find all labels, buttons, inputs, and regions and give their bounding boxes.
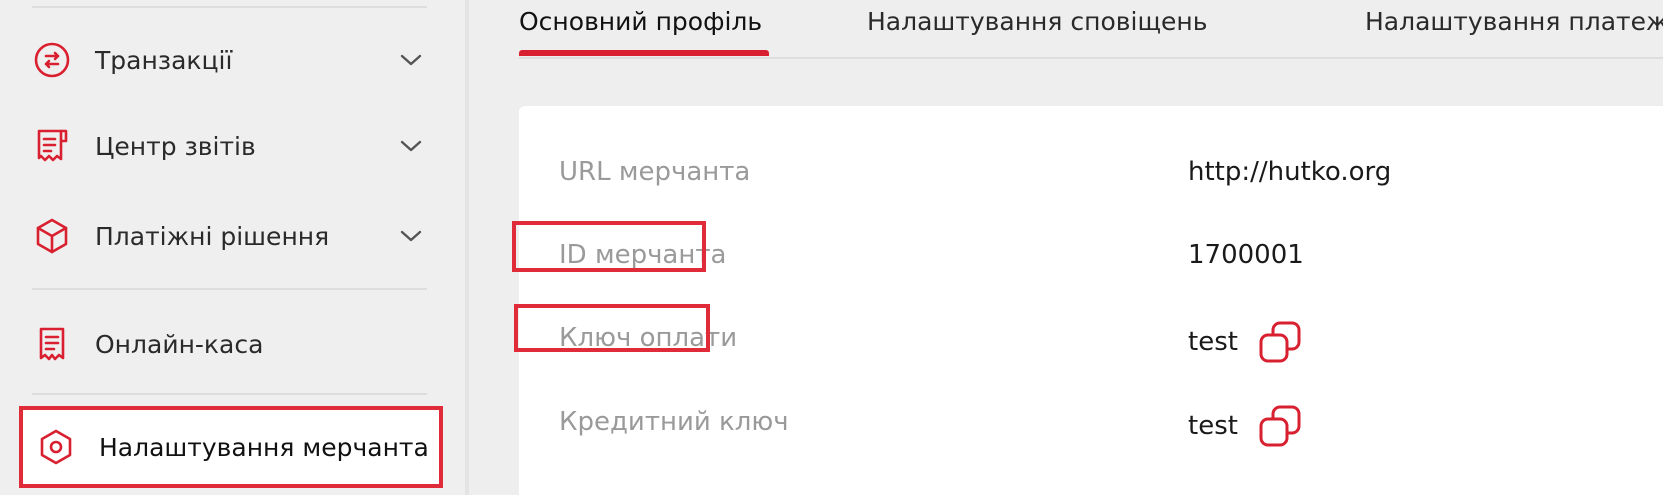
sidebar-item-transactions[interactable]: Транзакції [32,30,428,90]
payment-key-text: test [1188,327,1238,357]
tab-main-profile[interactable]: Основний профіль [519,4,762,49]
credit-key-text: test [1188,411,1238,441]
sidebar-item-label: Платіжні рішення [95,221,330,251]
sidebar-item-label: Центр звітів [95,131,256,161]
merchant-url-label: URL мерчанта [559,157,751,187]
merchant-url-value: http://hutko.org [1188,154,1391,190]
copy-icon[interactable] [1258,404,1302,448]
chevron-down-icon [400,140,422,152]
settings-icon [36,427,76,467]
merchant-url-text: http://hutko.org [1188,157,1392,187]
sidebar-item-merchant-settings[interactable]: Налаштування мерчанта [19,406,443,488]
sidebar-item-label: Онлайн-каса [95,329,264,359]
sidebar-item-label: Транзакції [95,45,233,75]
sidebar-divider-bottom [32,393,427,395]
chevron-down-icon [400,54,422,66]
sidebar-item-label: Налаштування мерчанта [99,432,429,462]
sidebar-divider-middle [32,288,427,290]
credit-key-label: Кредитний ключ [559,407,789,437]
credit-key-value: test [1188,404,1302,448]
merchant-id-label: ID мерчанта [559,240,727,270]
sidebar-divider-top [32,6,427,8]
active-tab-indicator [519,50,769,56]
reports-icon [32,126,72,166]
sidebar: Транзакції Центр звітів Платіжні рішення [0,0,465,495]
box-icon [32,216,72,256]
merchant-id-value: 1700001 [1188,237,1304,273]
sidebar-item-payment-solutions[interactable]: Платіжні рішення [32,206,428,266]
tab-notification-settings[interactable]: Налаштування сповіщень [867,4,1207,49]
main-content: Основний профіль Налаштування сповіщень … [469,0,1663,495]
profile-row-credit-key: Кредитний ключ test [519,392,1663,452]
payment-key-label: Ключ оплати [559,323,738,353]
profile-row-merchant-id: ID мерчанта 1700001 [519,225,1663,285]
transactions-icon [32,40,72,80]
sidebar-item-reports[interactable]: Центр звітів [32,116,428,176]
profile-row-payment-key: Ключ оплати test [519,308,1663,368]
merchant-id-text: 1700001 [1188,240,1304,270]
sidebar-item-online-cashier[interactable]: Онлайн-каса [32,314,428,374]
receipt-icon [32,324,72,364]
chevron-down-icon [400,230,422,242]
copy-icon[interactable] [1258,320,1302,364]
profile-card: URL мерчанта http://hutko.org ID мерчант… [519,106,1663,495]
payment-key-value: test [1188,320,1302,364]
tab-payment-settings[interactable]: Налаштування платежів [1365,4,1663,49]
profile-row-merchant-url: URL мерчанта http://hutko.org [519,142,1663,202]
